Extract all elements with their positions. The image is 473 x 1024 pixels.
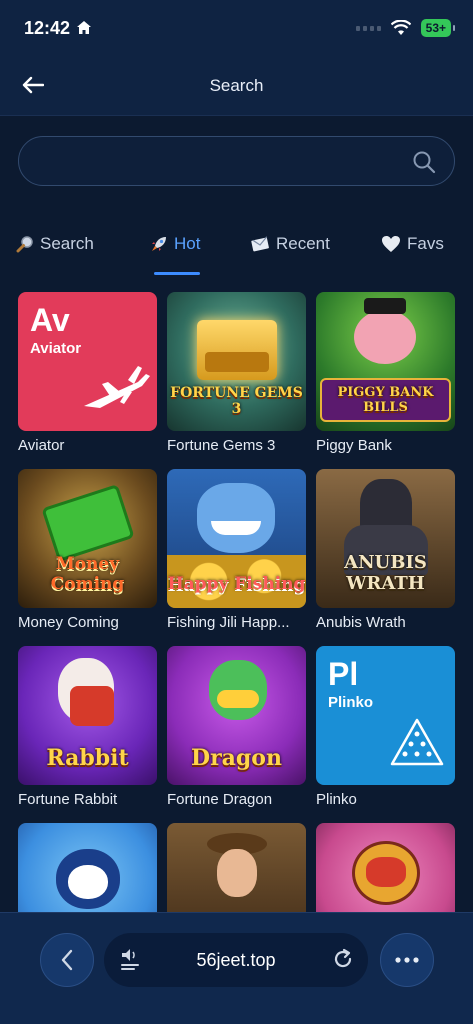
airplane-icon <box>84 366 150 408</box>
address-bar[interactable]: 56jeet.top <box>104 933 368 987</box>
tab-search[interactable]: Search <box>16 234 94 254</box>
game-card-fortune-gems-3[interactable]: FORTUNE GEMS 3 Fortune Gems 3 <box>167 292 306 454</box>
game-title: Aviator <box>18 437 65 454</box>
game-thumbnail: Money Coming <box>18 469 157 608</box>
game-art-title: ANUBIS WRATH <box>344 552 427 594</box>
search-input[interactable] <box>19 137 454 185</box>
game-title: Money Coming <box>18 614 119 631</box>
search-field[interactable] <box>18 136 455 186</box>
page-header: Search <box>0 56 473 116</box>
game-art-title: PIGGY BANK BILLS <box>337 385 434 415</box>
game-title: Fortune Gems 3 <box>167 437 276 454</box>
battery-indicator: 53+ <box>420 19 456 37</box>
game-card-anubis-wrath[interactable]: ANUBIS WRATH Anubis Wrath <box>316 469 455 631</box>
game-thumbnail: Rabbit <box>18 646 157 785</box>
magnifier-icon <box>16 236 33 253</box>
reader-audio-icon <box>121 949 139 970</box>
status-bar: 12:42 53+ <box>0 0 473 56</box>
tab-favs[interactable]: Favs <box>381 234 444 254</box>
tab-recent[interactable]: Recent <box>250 234 330 254</box>
rocket-icon <box>152 237 166 251</box>
game-title: Fortune Dragon <box>167 791 273 808</box>
page-title: Search <box>209 75 264 95</box>
game-thumbnail: Pl Plinko <box>316 646 455 785</box>
game-card-fortune-rabbit[interactable]: Rabbit Fortune Rabbit <box>18 646 157 808</box>
game-thumbnail: Av Aviator <box>18 292 157 431</box>
browser-back-button[interactable] <box>40 933 94 987</box>
game-thumbnail: PIGGY BANK BILLS <box>316 292 455 431</box>
tab-hot[interactable]: Hot <box>150 234 200 254</box>
game-card-piggy-bank[interactable]: PIGGY BANK BILLS Piggy Bank <box>316 292 455 454</box>
game-card-plinko[interactable]: Pl Plinko Plinko <box>316 646 455 808</box>
game-title: Fishing Jili Happ... <box>167 614 290 631</box>
game-card-money-coming[interactable]: Money Coming Money Coming <box>18 469 157 631</box>
status-time: 12:42 <box>24 17 71 38</box>
shark-art <box>197 483 275 553</box>
url-text: 56jeet.top <box>196 949 276 970</box>
money-art <box>41 484 135 562</box>
cellular-signal-icon <box>355 25 381 31</box>
arrow-left-icon <box>22 76 44 94</box>
game-title: Fortune Rabbit <box>18 791 118 808</box>
reload-icon[interactable] <box>332 948 354 970</box>
browser-toolbar: 56jeet.top <box>0 912 473 1024</box>
game-card-happy-fishing[interactable]: Happy Fishing Fishing Jili Happ... <box>167 469 306 631</box>
game-title: Plinko <box>316 791 357 808</box>
game-thumbnail: Happy Fishing <box>167 469 306 608</box>
game-thumbnail: FORTUNE GEMS 3 <box>167 292 306 431</box>
game-card-aviator[interactable]: Av Aviator Aviator <box>18 292 157 454</box>
more-options-button[interactable] <box>380 933 434 987</box>
search-icon[interactable] <box>412 150 436 174</box>
plinko-triangle-icon <box>390 718 444 766</box>
game-art-title: Rabbit <box>46 745 129 771</box>
game-thumbnail: Dragon <box>167 646 306 785</box>
active-tab-indicator <box>154 272 200 275</box>
home-icon <box>77 21 92 34</box>
game-art-title: Money Coming <box>50 554 125 594</box>
back-button[interactable] <box>18 70 48 100</box>
pig-art <box>354 310 416 364</box>
game-card-fortune-dragon[interactable]: Dragon Fortune Dragon <box>167 646 306 808</box>
game-title: Piggy Bank <box>316 437 392 454</box>
chevron-left-icon <box>61 949 73 971</box>
wifi-icon <box>390 20 411 35</box>
game-art-title: Happy Fishing <box>167 574 306 594</box>
more-dots-icon <box>395 957 419 963</box>
envelope-icon <box>251 236 269 252</box>
category-tabs: Search Hot Recent Favs <box>0 226 473 276</box>
game-thumbnail: ANUBIS WRATH <box>316 469 455 608</box>
game-art-title: Dragon <box>191 745 282 771</box>
game-title: Anubis Wrath <box>316 614 406 631</box>
heart-icon <box>382 236 400 252</box>
game-art-title: FORTUNE GEMS 3 <box>170 385 303 417</box>
